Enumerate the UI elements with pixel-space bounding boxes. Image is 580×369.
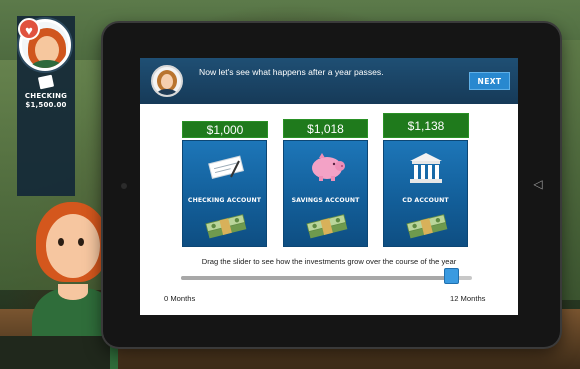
money-stack-icon (406, 213, 448, 239)
slider-fill (181, 276, 452, 280)
tablet-home-button-icon[interactable]: ◁ (531, 175, 545, 193)
money-stack-icon (306, 213, 348, 239)
cd-amount: $1,138 (383, 113, 469, 138)
message-header: Now let's see what happens after a year … (140, 58, 518, 104)
account-type-label: CHECKING (24, 92, 68, 100)
checking-account-label: CHECKING ACCOUNT (187, 197, 262, 204)
cd-account-label: CD ACCOUNT (402, 197, 449, 204)
advisor-avatar (151, 65, 183, 97)
piggy-bank-icon (284, 151, 367, 181)
money-stack-icon (205, 213, 247, 239)
cd-account-card[interactable]: CD ACCOUNT (383, 140, 468, 247)
heart-icon: ♥ (18, 18, 40, 40)
tablet-camera (121, 183, 127, 189)
store-counter (0, 336, 110, 369)
checking-account-card[interactable]: CHECKING ACCOUNT (182, 140, 267, 247)
months-slider-track[interactable] (181, 276, 472, 280)
savings-account-card[interactable]: SAVINGS ACCOUNT (283, 140, 368, 247)
slider-start-label: 0 Months (164, 294, 196, 303)
slider-instructions: Drag the slider to see how the investmen… (201, 257, 457, 266)
header-message: Now let's see what happens after a year … (199, 67, 384, 77)
tablet-screen: Now let's see what happens after a year … (140, 58, 518, 315)
savings-account-label: SAVINGS ACCOUNT (291, 197, 360, 204)
slider-end-label: 12 Months (450, 294, 486, 303)
checking-amount: $1,000 (182, 121, 268, 138)
savings-amount: $1,018 (283, 119, 368, 138)
bank-building-icon (384, 151, 467, 183)
next-button[interactable]: NEXT (469, 72, 510, 90)
months-slider-thumb[interactable] (444, 268, 460, 284)
check-icon (183, 151, 266, 181)
account-balance: $1,500.00 (25, 101, 67, 109)
